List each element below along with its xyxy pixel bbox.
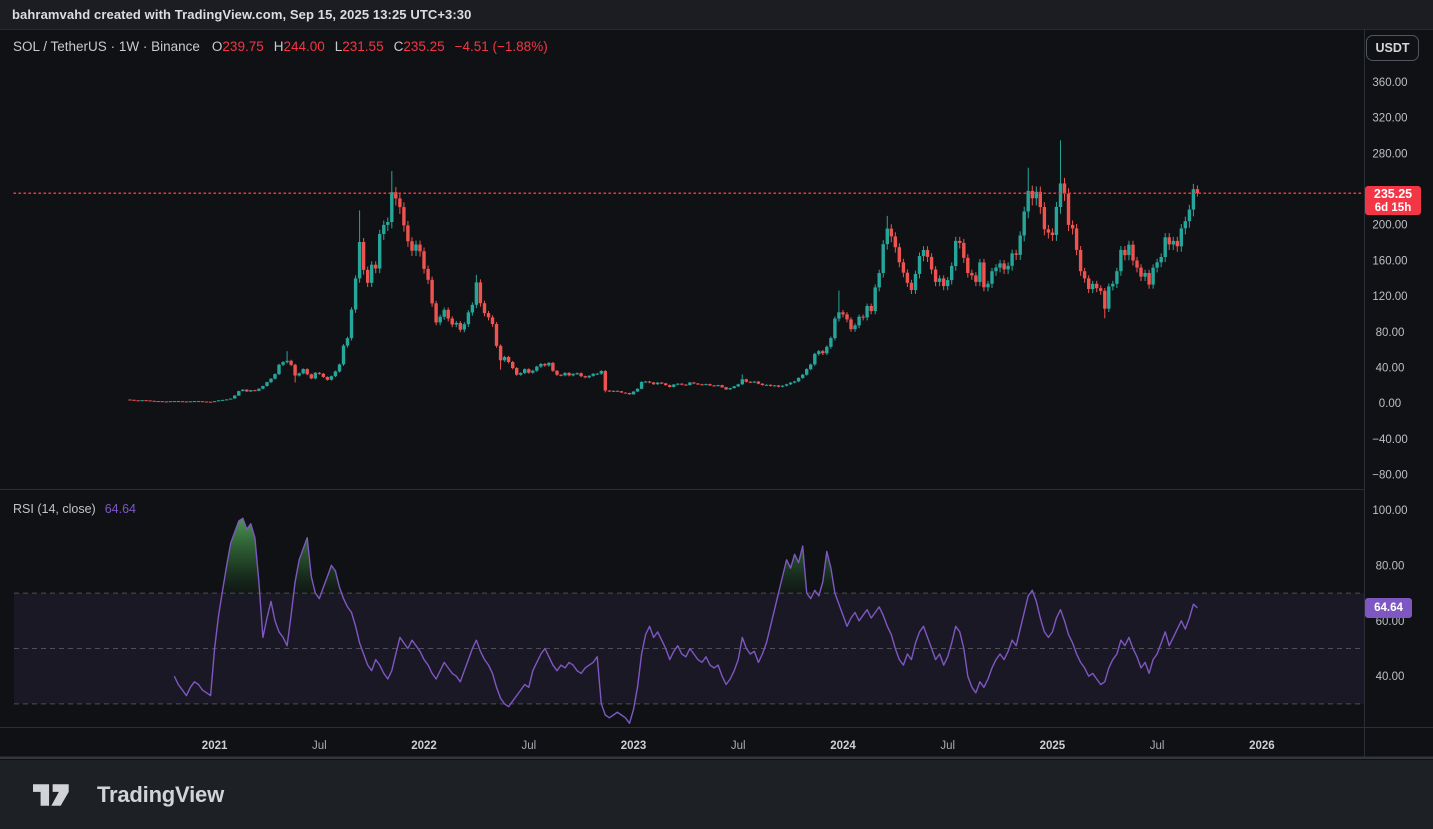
attribution-bar: bahramvahd created with TradingView.com,… (0, 0, 1433, 30)
svg-text:120.00: 120.00 (1372, 291, 1407, 303)
last-price-label: 235.25 6d 15h (1365, 186, 1421, 215)
price-axis[interactable]: 360.00 320.00 280.00 200.00 160.00 120.00 80.0… (1372, 77, 1408, 482)
rsi-axis[interactable]: 100.0080.0060.0040.00 (1372, 505, 1407, 683)
svg-text:Jul: Jul (312, 740, 327, 752)
svg-text:80.00: 80.00 (1376, 560, 1405, 572)
svg-text:Jul: Jul (521, 740, 536, 752)
svg-text:200.00: 200.00 (1372, 220, 1407, 232)
last-price-value: 235.25 (1365, 187, 1421, 202)
ohlc-low: L231.55 (335, 39, 384, 54)
ohlc-high: H244.00 (274, 39, 325, 54)
ohlc-open: O239.75 (212, 39, 264, 54)
attribution-text: bahramvahd created with TradingView.com,… (12, 7, 471, 22)
candlestick-series[interactable] (128, 140, 1199, 402)
ohlc-close: C235.25 (394, 39, 445, 54)
svg-text:360.00: 360.00 (1372, 77, 1407, 89)
svg-text:2021: 2021 (202, 740, 228, 752)
svg-text:2022: 2022 (411, 740, 437, 752)
tradingview-logo-text[interactable]: TradingView (97, 782, 224, 808)
svg-text:40.00: 40.00 (1376, 363, 1405, 375)
svg-text:−80.00: −80.00 (1372, 470, 1408, 482)
svg-text:2023: 2023 (621, 740, 647, 752)
svg-text:100.00: 100.00 (1372, 505, 1407, 517)
rsi-title: RSI (14, close) (13, 502, 96, 516)
svg-text:320.00: 320.00 (1372, 113, 1407, 125)
rsi-current-value: 64.64 (105, 502, 136, 516)
svg-text:Jul: Jul (1150, 740, 1165, 752)
svg-text:Jul: Jul (940, 740, 955, 752)
symbol-title[interactable]: SOL / TetherUS · 1W · Binance (13, 39, 200, 54)
svg-text:280.00: 280.00 (1372, 148, 1407, 160)
price-change: −4.51 (−1.88%) (455, 39, 548, 54)
currency-toggle-button[interactable]: USDT (1366, 35, 1419, 61)
svg-text:2024: 2024 (830, 740, 856, 752)
svg-text:Jul: Jul (731, 740, 746, 752)
svg-text:80.00: 80.00 (1376, 327, 1405, 339)
tradingview-chart-window: 360.00 320.00 280.00 200.00 160.00 120.00 80.0… (0, 0, 1433, 829)
svg-text:40.00: 40.00 (1376, 671, 1405, 683)
svg-text:2025: 2025 (1040, 740, 1066, 752)
bar-countdown: 6d 15h (1365, 202, 1421, 216)
symbol-legend: SOL / TetherUS · 1W · Binance O239.75 H2… (13, 39, 548, 54)
svg-text:160.00: 160.00 (1372, 255, 1407, 267)
svg-text:0.00: 0.00 (1379, 398, 1401, 410)
rsi-indicator-legend[interactable]: RSI (14, close) 64.64 (13, 502, 136, 516)
svg-text:2026: 2026 (1249, 740, 1275, 752)
tradingview-logo-icon[interactable] (33, 783, 83, 807)
footer-bar: TradingView (0, 760, 1433, 829)
chart-canvas[interactable]: 360.00 320.00 280.00 200.00 160.00 120.00 80.0… (0, 0, 1433, 829)
svg-text:−40.00: −40.00 (1372, 434, 1408, 446)
time-axis[interactable]: 2021 Jul 2022 Jul 2023 Jul 2024 Jul 2025 Jul 2026 (202, 740, 1275, 752)
rsi-axis-label: 64.64 (1365, 598, 1412, 618)
